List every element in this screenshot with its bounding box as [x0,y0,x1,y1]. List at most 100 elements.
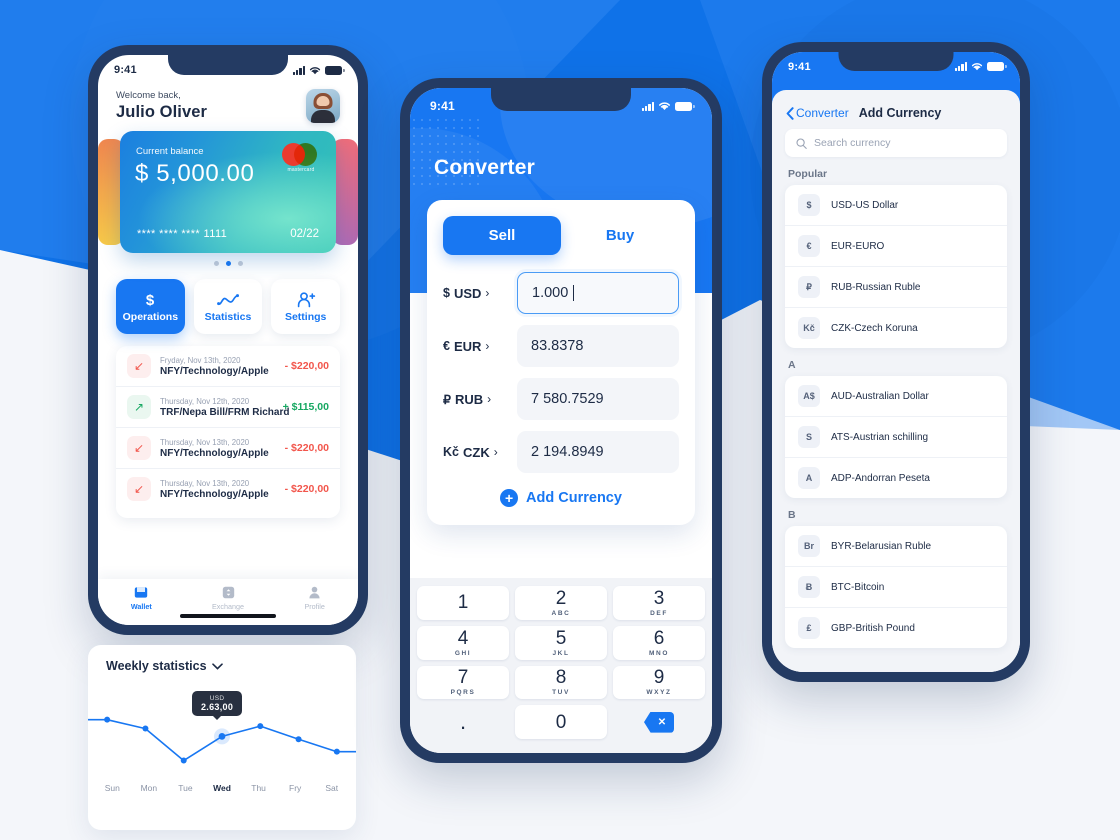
table-row[interactable]: ↙ Fryday, Nov 13th, 2020 NFY/Technology/… [116,346,340,387]
chart-point[interactable] [142,725,149,732]
currency-badge: A [798,467,820,489]
currency-badge: $ [798,194,820,216]
arrow-up-right-icon: ↗ [127,395,151,419]
list-item[interactable]: S ATS-Austrian schilling [785,417,1007,458]
chevron-right-icon: › [485,286,490,300]
carousel-dot[interactable] [213,261,219,266]
transaction-description: TRF/Nepa Bill/FRM Richard [160,406,290,418]
wallet-icon [98,584,185,601]
avatar[interactable] [306,89,340,123]
avatar-body [311,110,335,123]
list-item[interactable]: $ USD-US Dollar [785,185,1007,226]
arrow-down-left-icon: ↙ [127,436,151,460]
transaction-description: NFY/Technology/Apple [160,365,269,377]
battery-icon [675,101,695,111]
tab-buy[interactable]: Buy [561,216,679,255]
key-0[interactable]: 0 [515,705,607,739]
add-currency-button[interactable]: + Add Currency [443,489,679,507]
transaction-date: Thursday, Nov 13th, 2020 [160,437,250,447]
list-item[interactable]: Kč CZK-Czech Koruna [785,308,1007,348]
amount-value-rub: 7 580.7529 [531,391,604,407]
amount-input-rub[interactable]: 7 580.7529 [517,378,679,420]
add-currency-sheet: Converter Add Currency Search currency P… [772,90,1020,672]
table-row[interactable]: ↙ Thursday, Nov 13th, 2020 NFY/Technolog… [116,428,340,469]
action-settings[interactable]: Settings [271,279,341,334]
list-item[interactable]: A$ AUD-Australian Dollar [785,376,1007,417]
carousel-dot-active[interactable] [225,261,231,266]
tab-sell[interactable]: Sell [443,216,561,255]
chevron-right-icon: › [485,339,490,353]
key-digit: 4 [457,627,469,649]
list-item[interactable]: € EUR-EURO [785,226,1007,267]
transaction-amount: - $220,00 [284,360,329,372]
currency-badge: € [798,235,820,257]
arrow-down-left-icon: ↙ [127,354,151,378]
key-5[interactable]: 5 JKL [515,625,607,660]
action-operations[interactable]: $ Operations [116,279,185,334]
list-item[interactable]: ₤ GBP-British Pound [785,608,1007,648]
chart-point[interactable] [257,723,264,730]
currency-selector-czk[interactable]: Kč CZK › [443,445,517,460]
text-caret [573,285,575,301]
search-placeholder: Search currency [814,137,891,149]
chart-point-active[interactable] [218,732,226,740]
tab-profile[interactable]: Profile [271,584,358,611]
tab-wallet-label: Wallet [130,602,152,611]
list-item[interactable]: Ƀ BTC-Bitcoin [785,567,1007,608]
currency-list-b: Br BYR-Belarusian Ruble Ƀ BTC-Bitcoin ₤ … [785,526,1007,648]
tab-exchange[interactable]: Exchange [185,584,272,611]
currency-selector-rub[interactable]: ₽ RUB › [443,392,517,407]
mastercard-logo-icon: mastercard [282,143,320,173]
stats-title-row[interactable]: Weekly statistics [88,645,356,673]
chevron-left-icon [786,106,794,120]
table-row[interactable]: ↙ Thursday, Nov 13th, 2020 NFY/Technolog… [116,469,340,509]
currency-badge: ₽ [798,276,820,298]
key-4[interactable]: 4 GHI [417,625,509,660]
transaction-description: NFY/Technology/Apple [160,447,269,459]
key-digit: 8 [555,667,567,689]
action-operations-label: Operations [122,310,179,323]
key-backspace[interactable]: ✕ [613,705,705,739]
list-item[interactable]: ₽ RUB-Russian Ruble [785,267,1007,308]
currency-list-a: A$ AUD-Australian Dollar S ATS-Austrian … [785,376,1007,498]
key-7[interactable]: 7 PQRS [417,665,509,700]
navigation-bar: Converter Add Currency [772,90,1020,129]
chart-point[interactable] [180,757,187,764]
list-item[interactable]: Br BYR-Belarusian Ruble [785,526,1007,567]
key-decimal[interactable]: . [417,705,509,739]
key-1[interactable]: 1 [417,586,509,620]
tooltip-currency: USD [209,695,225,702]
key-9[interactable]: 9 WXYZ [613,665,705,700]
amount-input-eur[interactable]: 83.8378 [517,325,679,367]
transactions-list[interactable]: ↙ Fryday, Nov 13th, 2020 NFY/Technology/… [116,346,340,518]
search-input[interactable]: Search currency [785,129,1007,157]
chevron-down-icon[interactable] [211,662,223,670]
currency-code: CZK [462,444,490,460]
add-currency-screen: 9:41 Converter Add Currency Search curre… [772,52,1020,672]
user-name: Julio Oliver [116,103,208,121]
tab-wallet[interactable]: Wallet [98,584,185,611]
key-8[interactable]: 8 TUV [515,665,607,700]
amount-input-czk[interactable]: 2 194.8949 [517,431,679,473]
table-row[interactable]: ↗ Thursday, Nov 12th, 2020 TRF/Nepa Bill… [116,387,340,428]
amount-input-usd[interactable]: 1.000 [517,272,679,314]
list-item[interactable]: A ADP-Andorran Peseta [785,458,1007,498]
chart-point[interactable] [295,736,302,743]
back-button[interactable]: Converter [786,106,849,120]
line-chart[interactable]: USD 2.63,00 [88,675,356,787]
carousel-dot[interactable] [237,261,243,266]
chart-point[interactable] [104,716,111,723]
key-letters: GHI [454,649,472,657]
card-carousel[interactable]: Current balance $ 5,000.00 **** **** ***… [98,131,358,253]
key-2[interactable]: 2 ABC [515,586,607,620]
currency-selector-usd[interactable]: $ USD › [443,286,517,301]
balance-card[interactable]: Current balance $ 5,000.00 **** **** ***… [120,131,336,253]
currency-selector-eur[interactable]: € EUR › [443,339,517,354]
key-3[interactable]: 3 DEF [613,586,705,620]
key-digit: 5 [555,627,567,649]
key-6[interactable]: 6 MNO [613,625,705,660]
action-statistics[interactable]: Statistics [193,279,263,334]
tab-exchange-label: Exchange [212,602,244,611]
chart-point[interactable] [333,748,340,755]
welcome-row: Welcome back, Julio Oliver [98,81,358,129]
